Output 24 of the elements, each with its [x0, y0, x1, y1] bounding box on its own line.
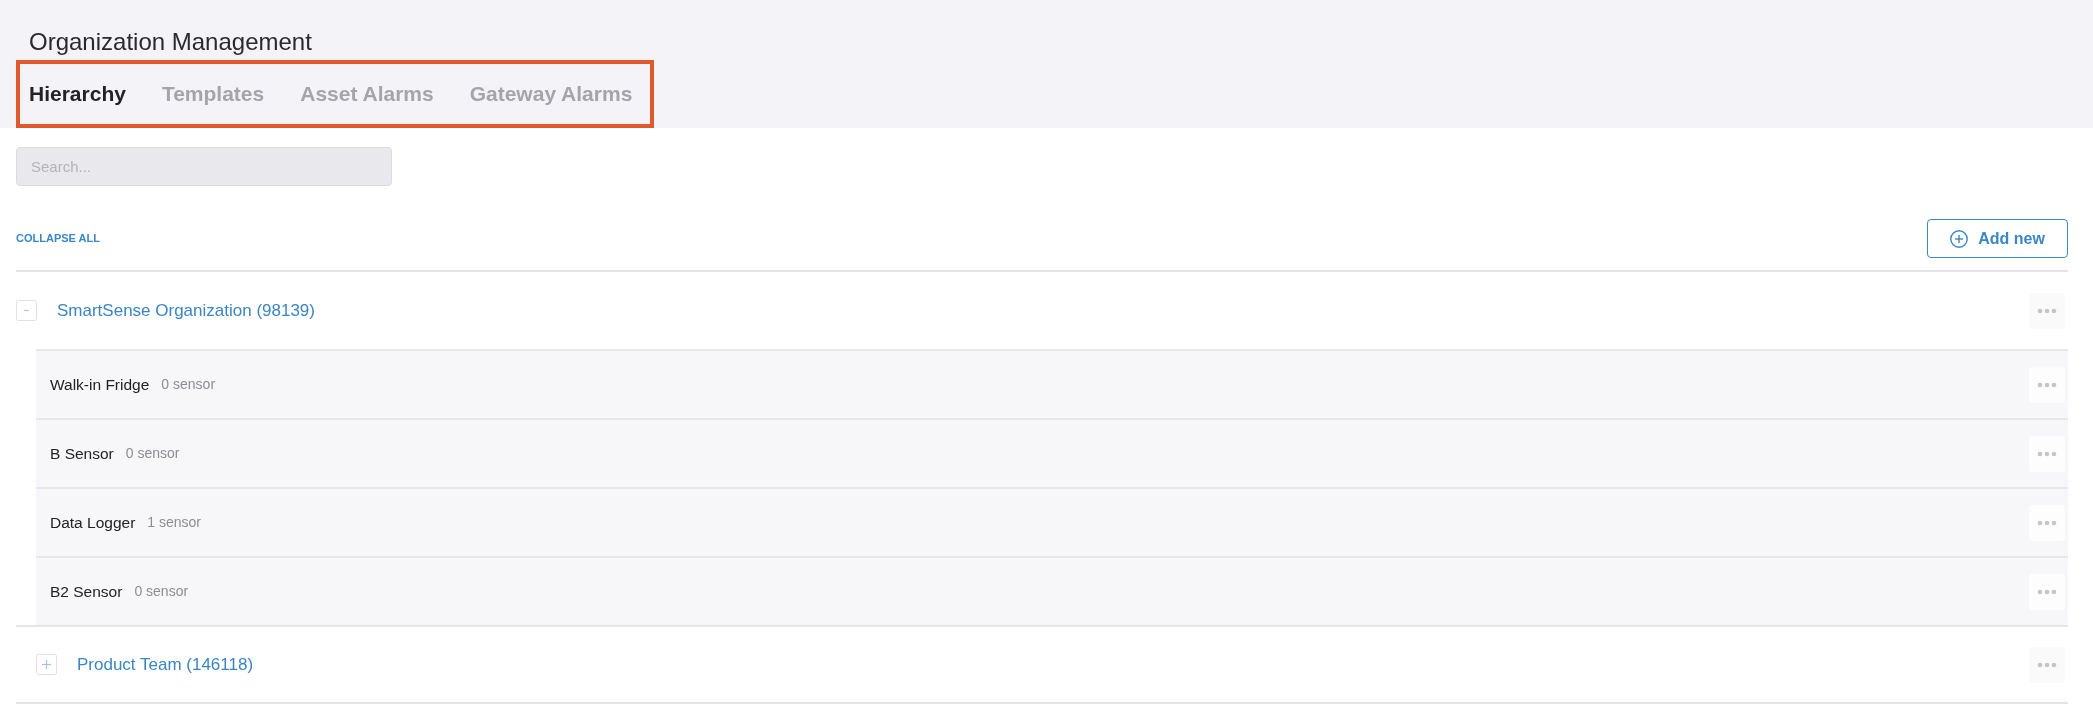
asset-name: B Sensor — [50, 443, 114, 464]
more-icon[interactable] — [2029, 435, 2065, 472]
sensor-count: 1 sensor — [147, 513, 201, 532]
sensor-count: 0 sensor — [134, 582, 189, 601]
plus-circle-icon — [1950, 229, 1969, 248]
plus-icon[interactable] — [36, 654, 57, 675]
asset-name: B2 Sensor — [50, 581, 123, 602]
more-icon[interactable] — [2029, 573, 2065, 610]
add-new-button[interactable]: Add new — [1927, 219, 2068, 258]
asset-name: Walk-in Fridge — [50, 374, 150, 395]
more-icon[interactable] — [2029, 366, 2065, 403]
tab[interactable]: Gateway Alarms — [469, 78, 633, 110]
sensor-count: 0 sensor — [125, 444, 180, 463]
asset-name: Data Logger — [50, 512, 136, 533]
minus-icon[interactable] — [16, 300, 37, 321]
tab[interactable]: Hierarchy — [29, 78, 126, 110]
tab[interactable]: Templates — [161, 78, 265, 110]
page-title: Organization Management — [28, 28, 312, 56]
more-icon[interactable] — [2029, 504, 2065, 541]
organization-link[interactable]: SmartSense Organization (98139) — [57, 297, 315, 324]
organization-link[interactable]: Product Team (146118) — [77, 651, 254, 678]
collapse-all-link[interactable]: COLLAPSE ALL — [16, 230, 100, 247]
tab[interactable]: Asset Alarms — [300, 78, 434, 110]
sensor-count: 0 sensor — [161, 375, 216, 394]
